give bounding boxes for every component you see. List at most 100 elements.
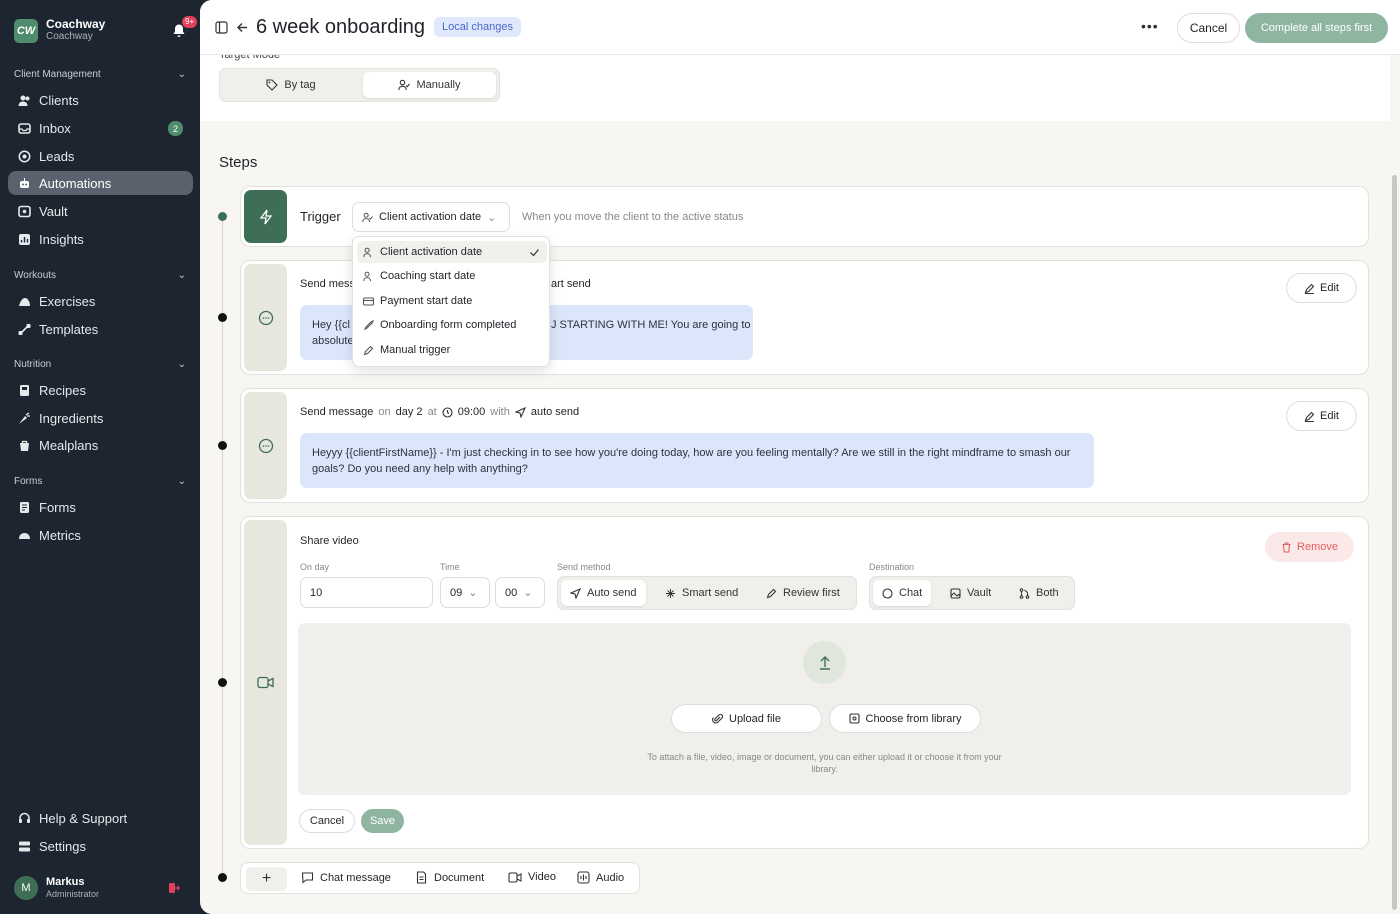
sidebar-item-templates[interactable]: Templates xyxy=(8,317,193,341)
target-icon xyxy=(18,150,31,163)
user-role: Administrator xyxy=(46,889,100,899)
sidebar-item-label: Recipes xyxy=(39,382,86,398)
section-forms[interactable]: Forms ⌄ xyxy=(14,476,186,487)
option-label: Document xyxy=(434,871,485,884)
on-word: on xyxy=(378,406,391,418)
dropdown-option-coaching-start[interactable]: Coaching start date xyxy=(357,265,547,287)
dropdown-option-payment-start[interactable]: Payment start date xyxy=(357,290,547,312)
remove-button[interactable]: Remove xyxy=(1265,532,1354,562)
on-day-input[interactable]: 10 xyxy=(300,577,433,608)
sidebar-item-metrics[interactable]: Metrics xyxy=(8,523,193,547)
sidebar-item-label: Automations xyxy=(39,175,112,191)
send-icon xyxy=(514,406,526,418)
option-label: Auto send xyxy=(587,587,637,599)
add-document[interactable]: Document xyxy=(415,871,484,884)
chevron-down-icon: ⌄ xyxy=(468,587,478,599)
dropdown-option-manual[interactable]: Manual trigger xyxy=(357,339,547,361)
complete-button[interactable]: Complete all steps first xyxy=(1245,13,1388,43)
sidebar-item-ingredients[interactable]: Ingredients xyxy=(8,406,193,430)
sidebar-item-leads[interactable]: Leads xyxy=(8,144,193,168)
add-step-bar: + Chat message Document Video Audio xyxy=(240,862,640,894)
auto-send-option[interactable]: Auto send xyxy=(561,580,646,606)
sidebar-item-clients[interactable]: Clients xyxy=(8,88,193,112)
vault-icon xyxy=(18,205,31,218)
on-day-label: On day xyxy=(300,562,330,572)
user-profile[interactable]: M Markus Administrator xyxy=(14,876,99,900)
manually-option[interactable]: Manually xyxy=(363,72,496,98)
section-label: Workouts xyxy=(14,270,57,281)
sidebar-item-label: Metrics xyxy=(39,527,81,543)
section-label: Forms xyxy=(14,476,43,487)
top-bar: 6 week onboarding Local changes ••• Canc… xyxy=(200,0,1400,55)
scrollbar[interactable] xyxy=(1390,55,1400,914)
avatar: M xyxy=(14,876,38,900)
form-icon xyxy=(18,501,31,514)
sidebar-item-forms[interactable]: Forms xyxy=(8,495,193,519)
trash-icon xyxy=(1282,541,1291,553)
section-client-management[interactable]: Client Management ⌄ xyxy=(14,69,186,80)
send-method-toggle: Auto send Smart send Review first xyxy=(557,576,857,610)
paperclip-icon xyxy=(712,713,723,724)
by-tag-option[interactable]: By tag xyxy=(223,72,359,98)
minute-select[interactable]: 00 ⌄ xyxy=(495,577,545,608)
add-video[interactable]: Video xyxy=(508,871,556,883)
edit-button[interactable]: Edit xyxy=(1286,273,1357,303)
trigger-select[interactable]: Client activation date ⌄ xyxy=(352,202,510,232)
user-check-icon xyxy=(363,247,372,257)
option-label: Vault xyxy=(967,587,992,599)
smart-send-option[interactable]: Smart send xyxy=(656,580,747,606)
hour-value: 09 xyxy=(450,586,463,599)
scale-icon xyxy=(18,529,31,542)
robot-icon xyxy=(18,177,31,190)
add-step-button[interactable]: + xyxy=(246,867,287,891)
sidebar-item-exercises[interactable]: Exercises xyxy=(8,289,193,313)
review-first-option[interactable]: Review first xyxy=(757,580,849,606)
section-nutrition[interactable]: Nutrition ⌄ xyxy=(14,359,186,370)
scrollbar-thumb[interactable] xyxy=(1392,175,1397,910)
add-chat-message[interactable]: Chat message xyxy=(301,871,391,884)
sidebar-item-inbox[interactable]: Inbox 2 xyxy=(8,116,193,140)
step-time: 09:00 xyxy=(457,406,486,418)
vault-option[interactable]: Vault xyxy=(941,580,1000,606)
pencil-icon xyxy=(766,588,777,598)
sidebar-item-label: Help & Support xyxy=(39,810,128,826)
sidebar-item-label: Insights xyxy=(39,231,84,247)
upload-dropzone[interactable]: Upload file Choose from library To attac… xyxy=(298,623,1351,795)
sidebar-item-label: Templates xyxy=(39,321,99,337)
brand[interactable]: CW Coachway Coachway xyxy=(14,18,105,43)
add-audio[interactable]: Audio xyxy=(577,871,624,884)
step-summary: Send message on day 2 at 09:00 with auto… xyxy=(300,406,579,418)
chevron-down-icon: ⌄ xyxy=(177,359,186,370)
section-workouts[interactable]: Workouts ⌄ xyxy=(14,270,186,281)
chat-option[interactable]: Chat xyxy=(873,580,932,606)
hour-select[interactable]: 09 ⌄ xyxy=(440,577,490,608)
pencil-icon xyxy=(1304,411,1315,422)
dropdown-option-client-activation[interactable]: Client activation date xyxy=(357,241,547,263)
back-arrow-icon[interactable] xyxy=(236,21,249,34)
edit-button[interactable]: Edit xyxy=(1286,401,1357,431)
logout-icon[interactable] xyxy=(168,882,180,894)
dropdown-option-onboarding-form[interactable]: Onboarding form completed xyxy=(357,314,547,336)
book-icon xyxy=(18,384,31,397)
cancel-button[interactable]: Cancel xyxy=(1177,13,1240,43)
steps-heading: Steps xyxy=(219,154,258,171)
step-save-button[interactable]: Save xyxy=(361,809,404,833)
step-cancel-button[interactable]: Cancel xyxy=(299,809,355,833)
sidebar-item-vault[interactable]: Vault xyxy=(8,199,193,223)
more-options-icon[interactable]: ••• xyxy=(1141,18,1159,34)
sidebar-item-automations[interactable]: Automations xyxy=(8,171,193,195)
sidebar-toggle-icon[interactable] xyxy=(215,21,228,34)
sidebar-item-help[interactable]: Help & Support xyxy=(8,806,193,830)
both-option[interactable]: Both xyxy=(1010,580,1068,606)
audio-icon xyxy=(577,871,590,884)
headset-icon xyxy=(18,812,31,825)
sidebar-item-settings[interactable]: Settings xyxy=(8,834,193,858)
sidebar-item-recipes[interactable]: Recipes xyxy=(8,378,193,402)
sidebar-item-insights[interactable]: Insights xyxy=(8,227,193,251)
choose-library-button[interactable]: Choose from library xyxy=(829,704,981,733)
step-card-message-2: Send message on day 2 at 09:00 with auto… xyxy=(240,388,1369,503)
sidebar-item-mealplans[interactable]: Mealplans xyxy=(8,433,193,457)
remove-label: Remove xyxy=(1297,541,1338,553)
with-word: with xyxy=(490,406,510,418)
upload-file-button[interactable]: Upload file xyxy=(671,704,822,733)
